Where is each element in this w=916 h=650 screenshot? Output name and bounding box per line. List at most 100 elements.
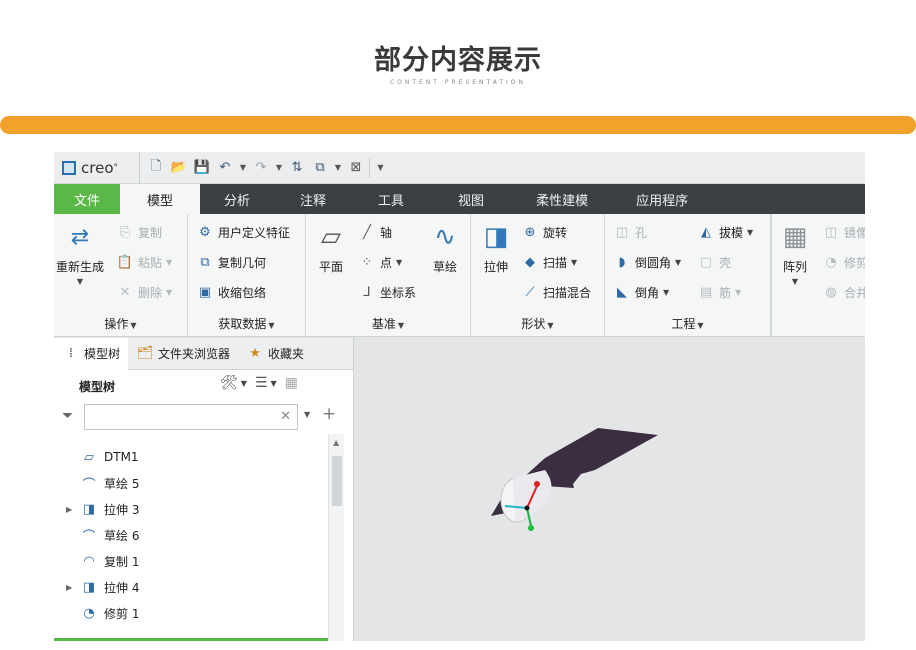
sweep-button[interactable]: ◆ 扫描 ▼: [521, 252, 577, 272]
tree-columns-button[interactable]: ☰ ▼: [255, 375, 277, 391]
tab-folder-browser[interactable]: 🗂 文件夹浏览器: [128, 338, 238, 370]
tab-annotate[interactable]: 注释: [274, 184, 352, 214]
tools-icon: 🛠: [220, 375, 238, 391]
add-filter-icon[interactable]: +: [322, 404, 336, 424]
sketch-icon: ⌒: [82, 529, 96, 545]
udf-icon: ⚙: [199, 224, 211, 240]
scroll-thumb[interactable]: [332, 456, 342, 506]
tree-show-button[interactable]: ▦: [285, 375, 298, 391]
chamfer-button[interactable]: ◣ 倒角 ▼: [613, 282, 669, 302]
revolve-label: 旋转: [543, 225, 568, 240]
group-label-operations[interactable]: 操作 ▼: [54, 315, 187, 332]
expand-arrow-icon[interactable]: ▶: [66, 583, 76, 592]
group-editing: ▦ 阵列 ▼ ◫ 镜像 ◔ 修剪 ◍ 合并: [771, 214, 865, 337]
merge-button[interactable]: ◍ 合并: [822, 282, 865, 302]
group-label-datum[interactable]: 基准 ▼: [306, 315, 470, 332]
shell-button[interactable]: ▢ 壳: [697, 252, 731, 272]
group-label-shapes[interactable]: 形状 ▼: [471, 315, 604, 332]
filter-dropdown-icon[interactable]: ▼: [304, 410, 310, 419]
undo-icon[interactable]: ↶: [215, 158, 235, 178]
tab-flexible-modeling[interactable]: 柔性建模: [512, 184, 612, 214]
undo-dropdown-icon[interactable]: ▼: [238, 158, 248, 178]
extrude-button[interactable]: ◨ 拉伸: [479, 220, 513, 275]
csys-button[interactable]: ⅃ 坐标系: [358, 282, 416, 302]
tree-search-input[interactable]: ✕: [84, 404, 298, 430]
creo-window: creo ° 🗋 📂 💾 ↶ ▼ ↷ ▼ ⇅ ⧉ ▼ ⊠ ▼ 文件 模型 分析 注: [54, 152, 865, 641]
copy-geometry-button[interactable]: ⧉ 复制几何: [196, 252, 266, 272]
paste-icon: 📋: [116, 254, 134, 270]
extrude-icon: ◨: [483, 222, 509, 252]
sketch-button[interactable]: ∿ 草绘: [428, 220, 462, 275]
tree-item[interactable]: ⌒ 草绘 6: [54, 522, 328, 548]
graphics-viewport[interactable]: [355, 338, 865, 641]
extrude-label: 拉伸: [483, 260, 508, 274]
rib-button[interactable]: ▤ 筋 ▼: [697, 282, 741, 302]
tree-item[interactable]: ▱ DTM1: [54, 444, 328, 470]
trim-button[interactable]: ◔ 修剪: [822, 252, 865, 272]
close-icon[interactable]: ⊠: [346, 158, 366, 178]
axis-button[interactable]: ╱ 轴: [358, 222, 392, 242]
udf-button[interactable]: ⚙ 用户定义特征: [196, 222, 290, 242]
clear-search-icon[interactable]: ✕: [280, 409, 291, 424]
csys-z-marker: [534, 481, 540, 487]
window-icon[interactable]: ⧉: [310, 158, 330, 178]
shell-label: 壳: [719, 255, 732, 270]
round-button[interactable]: ◗ 倒圆角 ▼: [613, 252, 682, 272]
tree-item[interactable]: ◠ 复制 1: [54, 548, 328, 574]
new-file-icon[interactable]: 🗋: [146, 158, 166, 178]
regenerate-label: 重新生成: [56, 260, 105, 274]
udf-label: 用户定义特征: [218, 225, 291, 240]
open-folder-icon[interactable]: 📂: [169, 158, 189, 178]
rib-icon: ▤: [699, 284, 713, 300]
group-label-engineering[interactable]: 工程 ▼: [605, 315, 770, 332]
tab-analysis[interactable]: 分析: [200, 184, 274, 214]
trim-icon: ◔: [825, 254, 837, 270]
plane-button[interactable]: ▱ 平面: [314, 220, 348, 275]
point-button[interactable]: ⁘ 点 ▼: [358, 252, 403, 272]
extrude-icon: ◨: [82, 579, 96, 595]
swept-blend-button[interactable]: ⟋ 扫描混合: [521, 282, 591, 302]
tree-settings-button[interactable]: 🛠 ▼: [220, 375, 247, 391]
round-icon: ◗: [618, 254, 626, 270]
grid-icon: ▦: [284, 375, 298, 391]
sketch-icon: ⌒: [82, 477, 96, 493]
delete-button[interactable]: ✕ 删除 ▼: [116, 282, 173, 302]
window-dropdown-icon[interactable]: ▼: [333, 158, 343, 178]
tab-tools[interactable]: 工具: [352, 184, 430, 214]
draft-button[interactable]: ◭ 拔模 ▼: [697, 222, 753, 242]
redo-dropdown-icon[interactable]: ▼: [274, 158, 284, 178]
paste-button[interactable]: 📋 粘贴 ▼: [116, 252, 172, 272]
tab-view[interactable]: 视图: [430, 184, 512, 214]
tree-item-label: 拉伸 3: [104, 502, 140, 517]
regenerate-button[interactable]: ⇄ 重新生成 ▼: [56, 220, 105, 287]
scroll-up-icon[interactable]: ▲: [333, 438, 339, 447]
tree-item[interactable]: ⌒ 草绘 5: [54, 470, 328, 496]
tree-scrollbar[interactable]: ▲: [328, 434, 344, 641]
tab-file[interactable]: 文件: [54, 184, 120, 214]
group-datum: ▱ 平面 ╱ 轴 ⁘ 点 ▼ ⅃ 坐标系 ∿ 草绘 基准 ▼: [306, 214, 471, 337]
tree-item[interactable]: ▶ ◨ 拉伸 3: [54, 496, 328, 522]
redo-icon[interactable]: ↷: [251, 158, 271, 178]
filter-icon[interactable]: ⏷: [62, 408, 73, 424]
customize-icon[interactable]: ▼: [369, 157, 385, 178]
hole-button[interactable]: ◫ 孔: [613, 222, 647, 242]
pattern-button[interactable]: ▦ 阵列 ▼: [778, 220, 812, 286]
regenerate-icon[interactable]: ⇅: [287, 158, 307, 178]
group-label-get-data[interactable]: 获取数据 ▼: [188, 315, 305, 332]
tree-header: 模型树 🛠 ▼ ☰ ▼ ▦: [54, 374, 354, 400]
tab-model[interactable]: 模型: [120, 184, 200, 214]
tab-model-tree[interactable]: ⁞ 模型树: [54, 337, 129, 370]
tree-item[interactable]: ◔ 修剪 1: [54, 600, 328, 626]
tree-item[interactable]: ▶ ◨ 拉伸 4: [54, 574, 328, 600]
trim-label: 修剪: [844, 255, 865, 270]
save-icon[interactable]: 💾: [192, 158, 212, 178]
revolve-button[interactable]: ⊕ 旋转: [521, 222, 567, 242]
tab-applications[interactable]: 应用程序: [612, 184, 712, 214]
expand-arrow-icon[interactable]: ▶: [66, 505, 76, 514]
shrinkwrap-button[interactable]: ▣ 收缩包络: [196, 282, 266, 302]
copy-geometry-label: 复制几何: [218, 255, 267, 270]
mirror-button[interactable]: ◫ 镜像: [822, 222, 865, 242]
app-logo-text: creo: [81, 158, 114, 177]
copy-button[interactable]: ⎘ 复制: [116, 222, 162, 242]
tab-favorites[interactable]: ★ 收藏夹: [238, 338, 312, 370]
